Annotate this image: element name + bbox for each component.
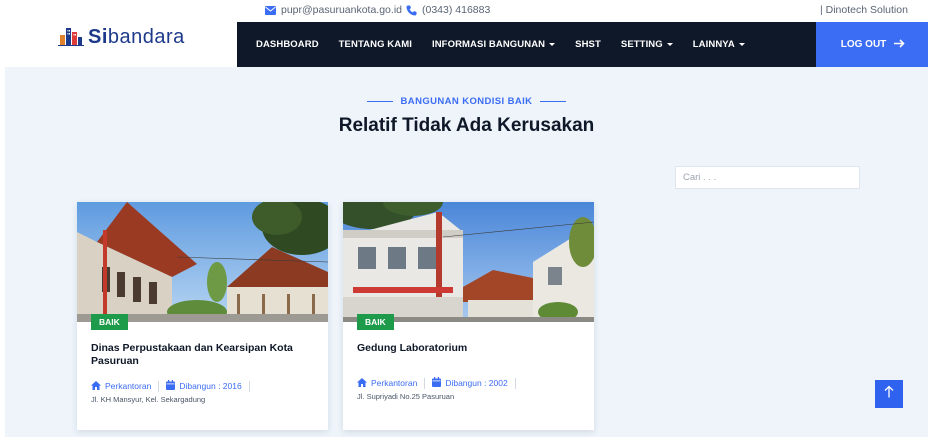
back-to-top-button[interactable] (875, 380, 903, 408)
phone-text: (0343) 416883 (422, 4, 491, 16)
eyebrow-line-right (540, 101, 567, 102)
arrow-right-icon (894, 38, 905, 51)
arrow-up-icon (884, 385, 894, 403)
logo-wordmark: Sibandara (88, 26, 185, 48)
meta-divider (514, 377, 516, 389)
site-logo[interactable]: Sibandara (58, 24, 185, 51)
page-scrollbar-track[interactable] (928, 0, 933, 437)
credit-text[interactable]: | Dinotech Solution (820, 4, 908, 16)
building-photo (77, 202, 328, 322)
contact-phone[interactable]: (0343) 416883 (406, 4, 490, 16)
caret-down-icon (666, 43, 673, 46)
meta-divider (424, 377, 426, 389)
building-title[interactable]: Dinas Perpustakaan dan Kearsipan Kota Pa… (91, 342, 316, 367)
built-year: Dibangun : 2016 (179, 381, 242, 391)
building-address: Jl. Supriyadi No.25 Pasuruan (357, 392, 455, 401)
building-category: Perkantoran (105, 381, 152, 391)
nav-tentang-kami[interactable]: TENTANG KAMI (339, 39, 412, 50)
main-nav: DASHBOARD TENTANG KAMI INFORMASI BANGUNA… (237, 22, 816, 67)
calendar-icon (166, 380, 176, 392)
section-title: Relatif Tidak Ada Kerusakan (338, 115, 595, 136)
site-header: Sibandara DASHBOARD TENTANG KAMI INFORMA… (0, 22, 933, 67)
contact-email[interactable]: pupr@pasuruankota.go.id (265, 4, 402, 16)
built-year: Dibangun : 2002 (445, 378, 508, 388)
status-badge: BAIK (357, 314, 394, 330)
nav-shst[interactable]: SHST (575, 39, 601, 50)
phone-icon (406, 5, 417, 16)
nav-dashboard[interactable]: DASHBOARD (256, 39, 319, 50)
section-eyebrow: BANGUNAN KONDISI BAIK (5, 96, 928, 107)
city-buildings-icon (58, 24, 84, 51)
meta-divider (248, 380, 250, 392)
nav-lainnya[interactable]: LAINNYA (693, 39, 745, 50)
envelope-icon (265, 5, 276, 15)
building-photo (343, 202, 594, 322)
logout-button[interactable]: LOG OUT (816, 22, 930, 67)
email-text: pupr@pasuruankota.go.id (281, 4, 402, 16)
building-card[interactable]: BAIK Dinas Perpustakaan dan Kearsipan Ko… (77, 202, 328, 430)
building-meta: Perkantoran Dibangun : 2016 (91, 380, 257, 392)
buildings-section: BANGUNAN KONDISI BAIK Relatif Tidak Ada … (5, 67, 928, 437)
calendar-icon (432, 377, 442, 389)
home-icon (91, 380, 101, 392)
building-card[interactable]: BAIK Gedung Laboratorium Perkantoran Dib… (343, 202, 594, 430)
top-info-bar: pupr@pasuruankota.go.id (0343) 416883 | … (0, 0, 933, 22)
nav-setting[interactable]: SETTING (621, 39, 673, 50)
building-meta: Perkantoran Dibangun : 2002 (357, 377, 523, 389)
building-address: Jl. KH Mansyur, Kel. Sekargadung (91, 395, 206, 404)
caret-down-icon (549, 43, 556, 46)
caret-down-icon (738, 43, 745, 46)
home-icon (357, 377, 367, 389)
nav-informasi-bangunan[interactable]: INFORMASI BANGUNAN (432, 39, 556, 50)
search-input[interactable] (675, 166, 860, 189)
building-title[interactable]: Gedung Laboratorium (357, 342, 582, 355)
eyebrow-line-left (366, 101, 393, 102)
building-category: Perkantoran (371, 378, 418, 388)
meta-divider (158, 380, 160, 392)
status-badge: BAIK (91, 314, 128, 330)
